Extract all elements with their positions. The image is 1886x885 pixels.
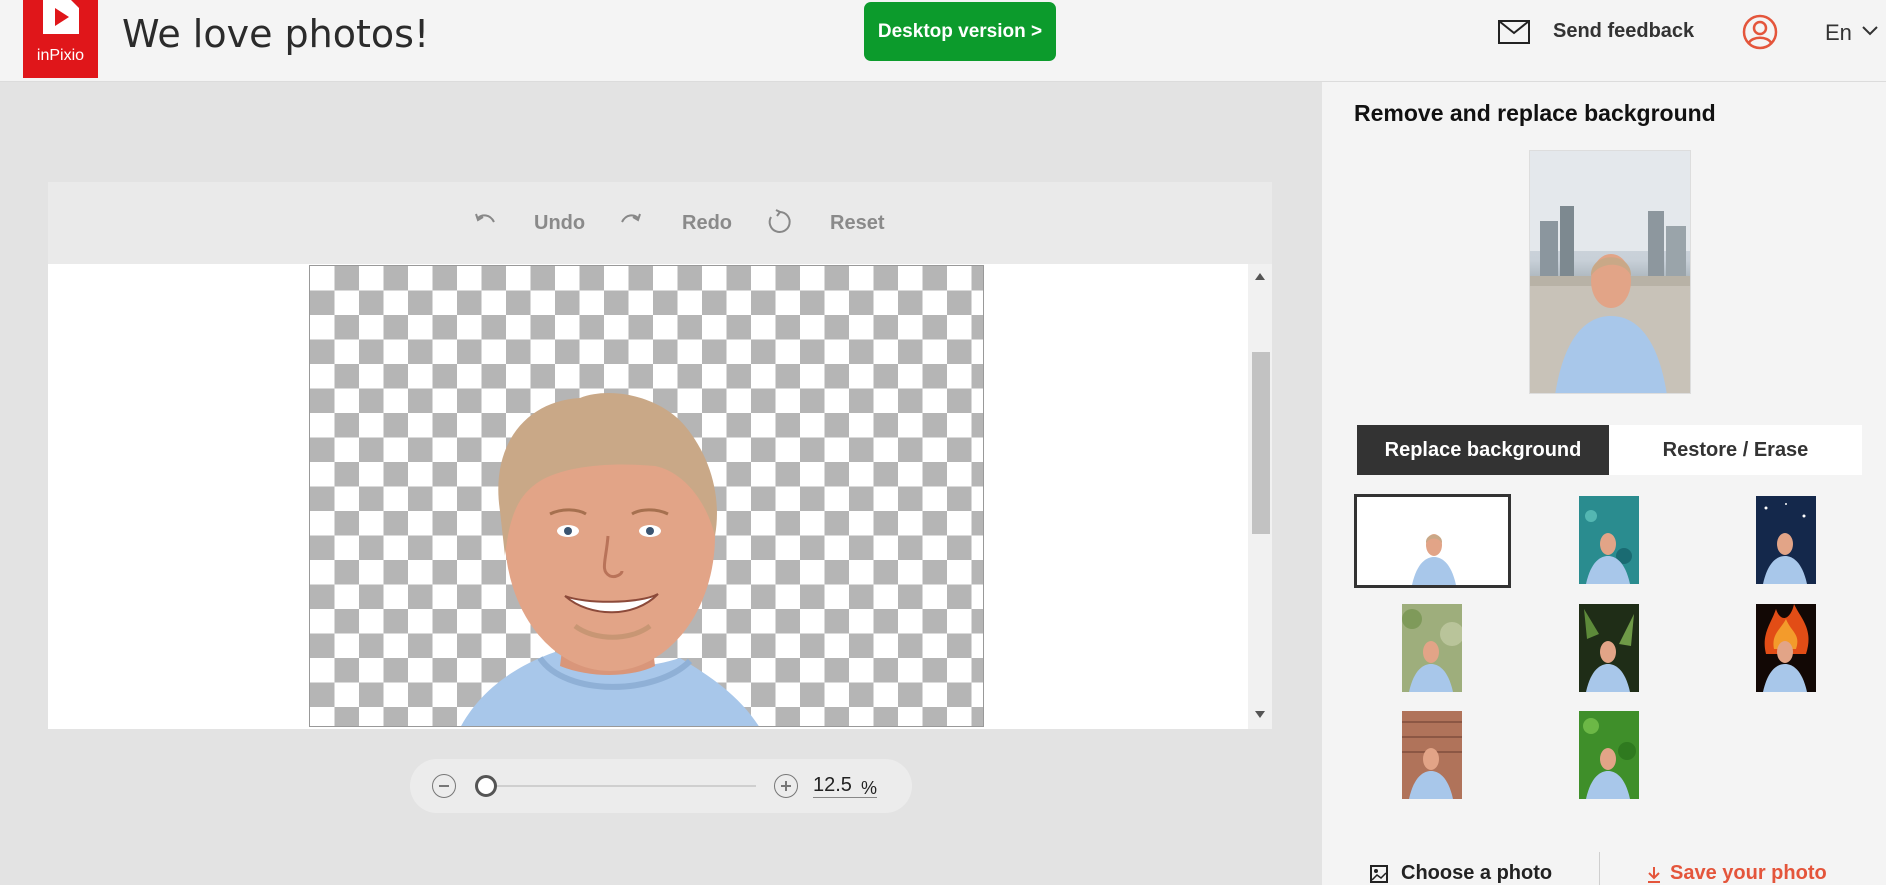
original-photo-image	[1530, 151, 1690, 393]
scroll-down-arrow-icon[interactable]	[1255, 711, 1265, 719]
zoom-control: 12.5 %	[410, 759, 912, 813]
thumbnail-image	[1579, 604, 1639, 692]
save-photo-button[interactable]: Save your photo	[1670, 862, 1827, 885]
thumbnail-image	[1756, 604, 1816, 692]
panel-tabs: Replace background Restore / Erase	[1357, 425, 1862, 475]
background-thumbnail-tree-leaves[interactable]	[1402, 604, 1462, 692]
scrollbar-thumb[interactable]	[1252, 352, 1270, 534]
zoom-slider-track[interactable]	[484, 785, 756, 787]
image-icon[interactable]	[1369, 864, 1389, 884]
tab-replace-background[interactable]: Replace background	[1357, 425, 1609, 475]
inpixio-logo[interactable]: inPixio	[23, 0, 98, 78]
thumbnail-image	[1579, 496, 1639, 584]
original-photo-preview	[1529, 150, 1691, 394]
reset-icon[interactable]	[766, 208, 794, 236]
reset-button[interactable]: Reset	[830, 212, 884, 235]
redo-button[interactable]: Redo	[682, 212, 732, 235]
logo-text: inPixio	[36, 47, 85, 64]
zoom-out-icon[interactable]	[432, 774, 456, 798]
background-thumbnail-teal-water[interactable]	[1579, 496, 1639, 584]
thumbnail-image	[1579, 711, 1639, 799]
background-thumbnail-white[interactable]	[1354, 494, 1511, 588]
vertical-scrollbar[interactable]	[1248, 264, 1272, 729]
desktop-version-button[interactable]: Desktop version >	[864, 2, 1056, 61]
zoom-unit: %	[861, 778, 878, 798]
download-icon[interactable]	[1646, 866, 1662, 884]
editor-canvas[interactable]	[48, 264, 1272, 729]
panel-bottom-actions: Choose a photo Save your photo	[1322, 852, 1886, 885]
send-feedback-link[interactable]: Send feedback	[1553, 20, 1694, 43]
background-thumbnail-green-grass[interactable]	[1579, 711, 1639, 799]
thumbnail-image	[1756, 496, 1816, 584]
panel-title: Remove and replace background	[1354, 100, 1716, 126]
language-selector[interactable]: En	[1825, 20, 1852, 46]
choose-photo-button[interactable]: Choose a photo	[1401, 862, 1552, 885]
actions-divider	[1599, 852, 1600, 885]
page-title: We love photos!	[122, 12, 430, 56]
transparent-canvas[interactable]	[309, 265, 984, 727]
user-account-icon[interactable]	[1742, 14, 1778, 50]
play-logo-icon	[43, 0, 81, 34]
app-header: inPixio We love photos! Desktop version …	[0, 0, 1886, 82]
zoom-in-icon[interactable]	[774, 774, 798, 798]
undo-icon[interactable]	[472, 208, 498, 234]
undo-button[interactable]: Undo	[534, 212, 585, 235]
scroll-up-arrow-icon[interactable]	[1255, 272, 1265, 280]
thumbnail-image	[1402, 711, 1462, 799]
subject-cutout	[461, 393, 759, 726]
thumbnail-image	[1402, 604, 1462, 692]
background-thumbnail-fire[interactable]	[1756, 604, 1816, 692]
image-editor: Undo Redo Reset	[48, 182, 1272, 729]
redo-icon[interactable]	[618, 208, 644, 234]
mail-icon[interactable]	[1498, 20, 1530, 44]
background-thumbnail-brick-wall[interactable]	[1402, 711, 1462, 799]
chevron-down-icon[interactable]	[1862, 26, 1878, 36]
zoom-slider-handle[interactable]	[475, 775, 497, 797]
tab-restore-erase[interactable]: Restore / Erase	[1609, 425, 1862, 475]
background-thumbnail-dark-leaves[interactable]	[1579, 604, 1639, 692]
background-thumbnail-starry-blue[interactable]	[1756, 496, 1816, 584]
editor-toolbar: Undo Redo Reset	[48, 182, 1272, 264]
background-panel: Remove and replace background Replace ba…	[1322, 82, 1886, 885]
thumbnail-image	[1405, 497, 1463, 585]
